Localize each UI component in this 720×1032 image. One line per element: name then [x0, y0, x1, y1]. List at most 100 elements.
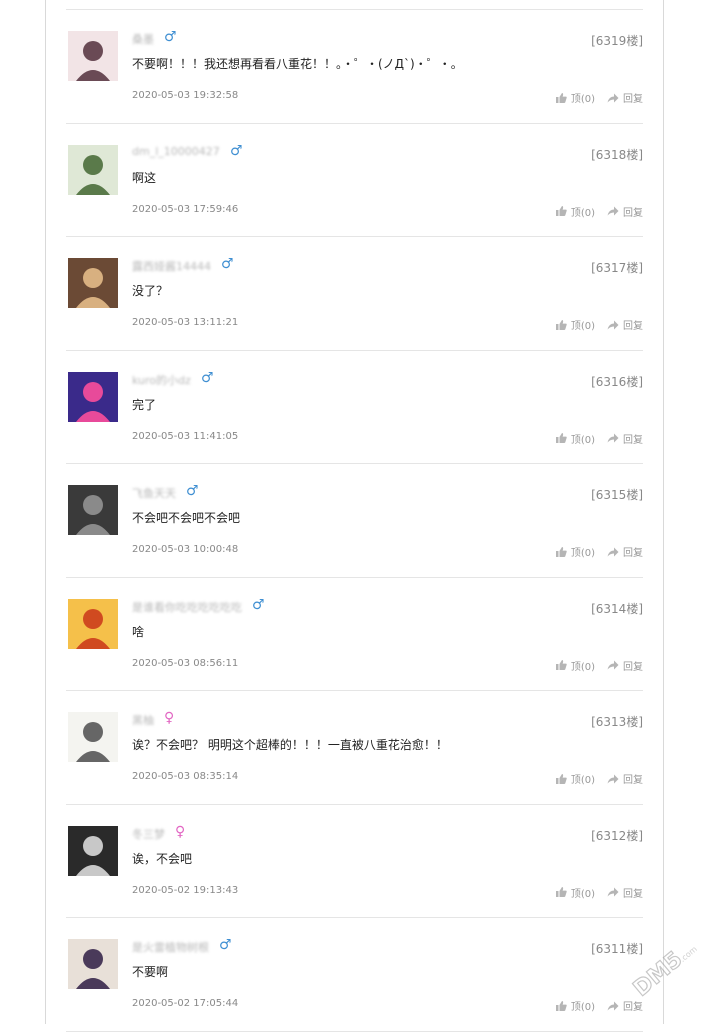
gender-icon: ♂ — [252, 596, 265, 613]
reply-button[interactable]: 回复 — [607, 544, 643, 559]
comment-time: 2020-05-03 08:35:14 — [132, 771, 239, 782]
like-button[interactable]: 顶(0) — [555, 771, 595, 786]
reply-button[interactable]: 回复 — [607, 658, 643, 673]
comment-time: 2020-05-03 11:41:05 — [132, 430, 239, 442]
reply-button[interactable]: 回复 — [607, 317, 643, 332]
thumbs-up-icon — [555, 433, 567, 443]
like-button[interactable]: 顶(0) — [555, 658, 595, 673]
floor-number: [6317楼] — [591, 261, 643, 275]
reply-arrow-icon — [607, 1001, 619, 1010]
reply-arrow-icon — [607, 660, 619, 670]
comment-time: 2020-05-02 17:05:44 — [132, 998, 239, 1009]
comment-item: 黑柚 ♀ [6313楼] 诶？不会吧？ 明明这个超棒的！！！一直被八重花治愈！！… — [66, 691, 643, 805]
gender-icon: ♂ — [221, 256, 234, 272]
comment-time: 2020-05-03 17:59:46 — [132, 203, 239, 215]
like-count: 顶(0) — [570, 661, 595, 673]
floor-number: [6315楼] — [591, 488, 643, 502]
reply-button[interactable]: 回复 — [607, 771, 643, 786]
reply-arrow-icon — [607, 206, 619, 216]
reply-label: 回复 — [623, 434, 643, 446]
comment-text: 诶，不会吧 — [132, 851, 193, 866]
svg-text:.com: .com — [678, 944, 699, 964]
like-button[interactable]: 顶(0) — [555, 998, 595, 1013]
like-count: 顶(0) — [570, 94, 595, 105]
user-avatar[interactable] — [68, 598, 118, 649]
reply-button[interactable]: 回复 — [607, 204, 643, 219]
user-avatar[interactable] — [68, 371, 118, 422]
comment-text: 完了 — [132, 397, 157, 412]
comment-time: 2020-05-03 08:56:11 — [132, 657, 239, 669]
like-count: 顶(0) — [570, 548, 595, 559]
comment-text: 不要啊 — [132, 965, 169, 979]
username-link[interactable]: 露西娅酱14444 — [132, 258, 211, 274]
thumbs-up-icon — [555, 1000, 567, 1011]
comment-item: 桑墨 ♂ [6319楼] 不要啊！！！我还想再看看八重花！！。・゜・(ノД`)・… — [66, 10, 643, 124]
like-button[interactable]: 顶(0) — [555, 90, 595, 105]
comment-item: 冬三梦 ♀ [6312楼] 诶，不会吧 2020-05-02 19:13:43 … — [66, 805, 643, 918]
comment-actions: 顶(0) 回复 — [544, 90, 643, 105]
reply-label: 回复 — [623, 94, 643, 105]
user-avatar[interactable] — [68, 712, 118, 762]
username-link[interactable]: 桑墨 — [132, 31, 154, 47]
username-link[interactable]: 是谁看你吃吃吃吃吃吃 — [132, 599, 242, 615]
user-avatar[interactable] — [68, 144, 118, 195]
like-button[interactable]: 顶(0) — [555, 431, 595, 446]
comment-item: 是谁看你吃吃吃吃吃吃 ♂ [6314楼] 啥 2020-05-03 08:56:… — [66, 578, 643, 691]
like-button[interactable]: 顶(0) — [555, 317, 595, 332]
like-button[interactable]: 顶(0) — [555, 544, 595, 559]
comment-text: 诶？不会吧？ 明明这个超棒的！！！一直被八重花治愈！！ — [132, 738, 448, 752]
comment-time: 2020-05-03 19:32:58 — [132, 90, 239, 101]
username-link[interactable]: kuro的小dz — [132, 372, 191, 388]
like-count: 顶(0) — [570, 1002, 595, 1013]
comment-text: 不要啊！！！我还想再看看八重花！！。・゜・(ノД`)・゜・。 — [132, 57, 463, 71]
username-link[interactable]: 黑柚 — [132, 712, 154, 728]
comment-item: 露西娅酱14444 ♂ [6317楼] 没了？ 2020-05-03 13:11… — [66, 237, 643, 351]
user-avatar[interactable] — [68, 31, 118, 81]
comment-time: 2020-05-02 19:13:43 — [132, 884, 239, 896]
gender-icon: ♀ — [164, 710, 175, 726]
gender-icon: ♂ — [186, 483, 199, 499]
svg-text:DM5: DM5 — [629, 947, 688, 1002]
username-link[interactable]: 是火雷植物树根 — [132, 939, 209, 955]
like-count: 顶(0) — [570, 775, 595, 786]
user-avatar[interactable] — [68, 258, 118, 308]
comment-item: kuro的小dz ♂ [6316楼] 完了 2020-05-03 11:41:0… — [66, 351, 643, 464]
comment-text: 没了？ — [132, 284, 169, 298]
comment-actions: 顶(0) 回复 — [544, 431, 643, 446]
comment-time: 2020-05-03 10:00:48 — [132, 544, 239, 555]
like-count: 顶(0) — [570, 207, 595, 219]
reply-button[interactable]: 回复 — [607, 90, 643, 105]
reply-label: 回复 — [623, 548, 643, 559]
username-link[interactable]: dm_l_10000427 — [132, 145, 220, 158]
reply-button[interactable]: 回复 — [607, 885, 643, 900]
gender-icon: ♂ — [219, 937, 232, 953]
comment-item: 是火雷植物树根 ♂ [6311楼] 不要啊 2020-05-02 17:05:4… — [66, 918, 643, 1032]
comment-actions: 顶(0) 回复 — [544, 658, 643, 673]
user-avatar[interactable] — [68, 939, 118, 989]
floor-number: [6316楼] — [591, 374, 643, 389]
comment-panel: 桑墨 ♂ [6319楼] 不要啊！！！我还想再看看八重花！！。・゜・(ノД`)・… — [45, 0, 664, 1032]
username-link[interactable]: 冬三梦 — [132, 826, 165, 842]
thumbs-up-icon — [555, 546, 567, 557]
reply-button[interactable]: 回复 — [607, 431, 643, 446]
like-button[interactable]: 顶(0) — [555, 885, 595, 900]
comment-text: 啊这 — [132, 170, 157, 185]
username-link[interactable]: 飞鱼天天 — [132, 485, 176, 501]
thumbs-up-icon — [555, 92, 567, 103]
floor-number: [6319楼] — [591, 34, 643, 48]
comment-actions: 顶(0) 回复 — [544, 204, 643, 219]
gender-icon: ♂ — [230, 142, 243, 159]
like-button[interactable]: 顶(0) — [555, 204, 595, 219]
user-avatar[interactable] — [68, 825, 118, 876]
user-avatar[interactable] — [68, 485, 118, 535]
reply-arrow-icon — [607, 887, 619, 897]
reply-arrow-icon — [607, 774, 619, 783]
like-count: 顶(0) — [570, 888, 595, 900]
dm5-watermark-logo: DM5 .com — [628, 944, 699, 1002]
comment-item: dm_l_10000427 ♂ [6318楼] 啊这 2020-05-03 17… — [66, 124, 643, 237]
comment-actions: 顶(0) 回复 — [544, 771, 643, 786]
reply-label: 回复 — [623, 321, 643, 332]
comment-text: 不会吧不会吧不会吧 — [132, 511, 241, 525]
thumbs-up-icon — [555, 887, 567, 897]
thumbs-up-icon — [555, 773, 567, 784]
